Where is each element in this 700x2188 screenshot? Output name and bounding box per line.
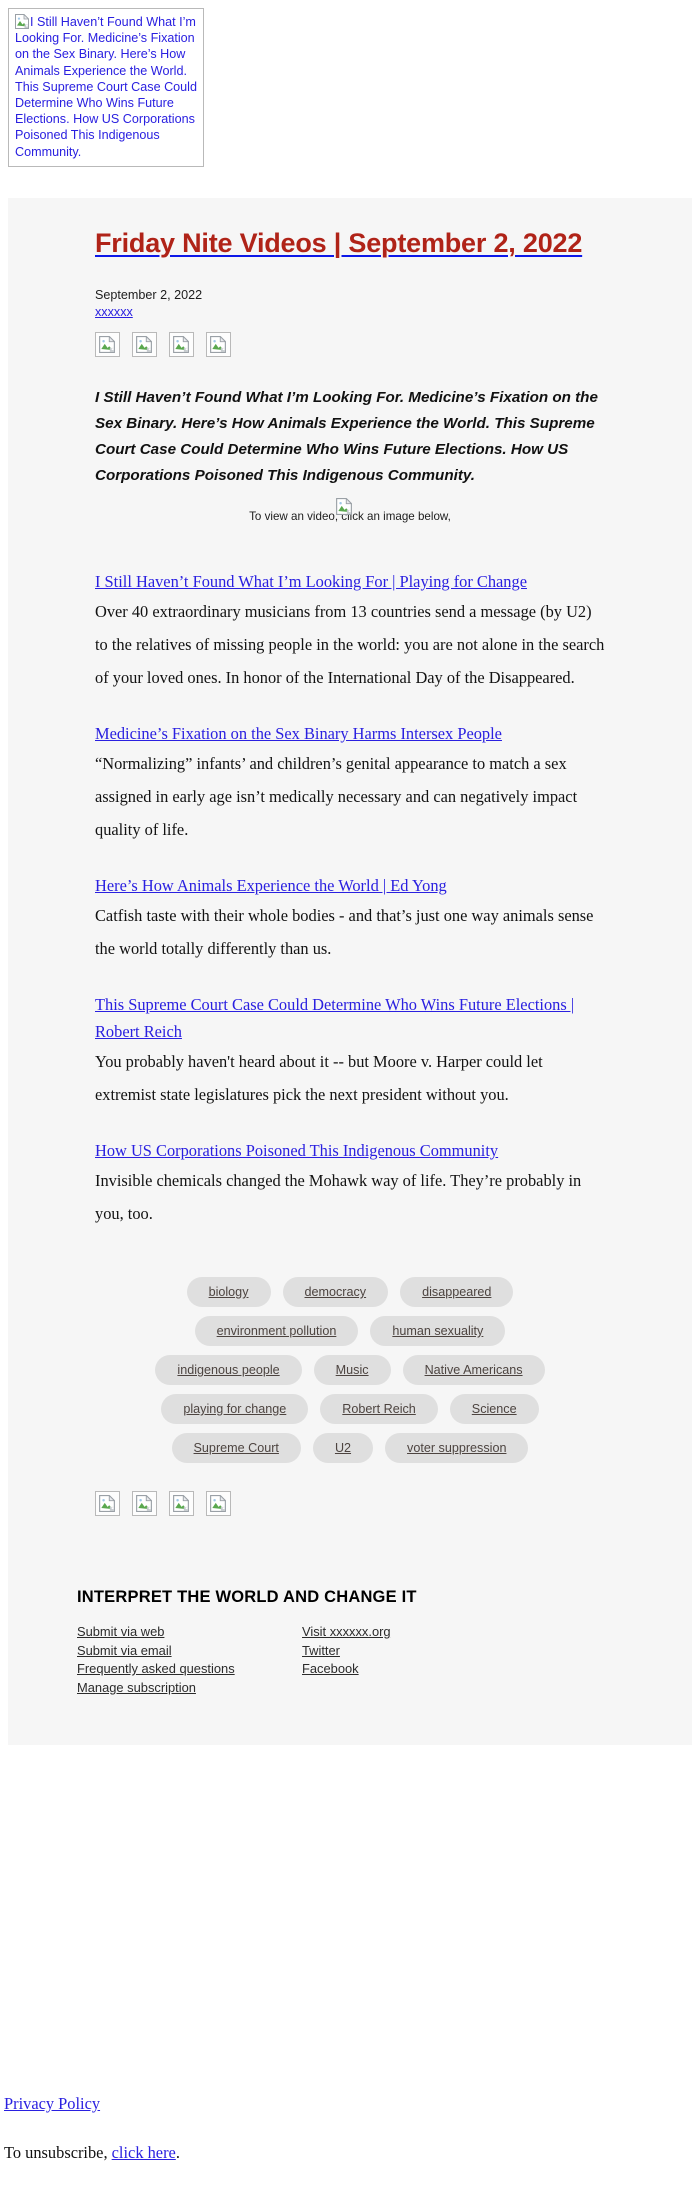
broken-image-icon [173, 1495, 189, 1512]
tag-u2[interactable]: U2 [312, 1433, 374, 1463]
tag-music[interactable]: Music [313, 1355, 391, 1385]
article-list: I Still Haven’t Found What I’m Looking F… [95, 568, 605, 1230]
footer-heading: INTERPRET THE WORLD AND CHANGE IT [77, 1588, 417, 1606]
page-title-link[interactable]: Friday Nite Videos | September 2, 2022 [95, 228, 582, 258]
article-link[interactable]: Medicine’s Fixation on the Sex Binary Ha… [95, 724, 502, 743]
lede-paragraph: I Still Haven’t Found What I’m Looking F… [95, 389, 598, 484]
share-icon-2[interactable] [132, 1491, 157, 1516]
footer: INTERPRET THE WORLD AND CHANGE IT Submit… [55, 1516, 645, 1697]
article-item: How US Corporations Poisoned This Indige… [95, 1137, 605, 1230]
article-link[interactable]: How US Corporations Poisoned This Indige… [95, 1141, 498, 1160]
page-title: Friday Nite Videos | September 2, 2022 [8, 198, 692, 260]
tag-disappeared[interactable]: disappeared [400, 1277, 514, 1307]
preheader-alt-text: I Still Haven’t Found What I’m Looking F… [15, 15, 197, 159]
share-icon-3[interactable] [169, 1491, 194, 1516]
tag-native-americans[interactable]: Native Americans [402, 1355, 545, 1385]
article-description: Over 40 extraordinary musicians from 13 … [95, 602, 605, 687]
tag-human-sexuality[interactable]: human sexuality [370, 1316, 506, 1346]
article-link[interactable]: Here’s How Animals Experience the World … [95, 876, 447, 895]
legal-block: Privacy Policy To unsubscribe, click her… [0, 2093, 700, 2164]
footer-link-faq[interactable]: Frequently asked questions [77, 1660, 302, 1679]
broken-image-icon [210, 336, 226, 353]
article-description: Catfish taste with their whole bodies - … [95, 906, 594, 958]
unsubscribe-link[interactable]: click here [112, 2143, 176, 2162]
tag-playing-for-change[interactable]: playing for change [161, 1394, 309, 1424]
top-thumbnail-row [95, 332, 605, 357]
tag-biology[interactable]: biology [186, 1277, 271, 1307]
thumbnail-1[interactable] [95, 332, 120, 357]
tag-democracy[interactable]: democracy [282, 1277, 389, 1307]
footer-column-right: Visit xxxxxx.org Twitter Facebook [302, 1623, 527, 1697]
preheader-alt-block: I Still Haven’t Found What I’m Looking F… [8, 8, 204, 167]
article-item: This Supreme Court Case Could Determine … [95, 991, 605, 1111]
footer-link-submit-via-web[interactable]: Submit via web [77, 1623, 302, 1642]
broken-image-icon [336, 498, 352, 515]
unsubscribe-prefix: To unsubscribe, [4, 2143, 112, 2162]
tag-indigenous-people[interactable]: indigenous people [155, 1355, 302, 1385]
card-bottom-spacer [8, 1697, 692, 1745]
article-description: Invisible chemicals changed the Mohawk w… [95, 1171, 582, 1223]
tag-robert-reich[interactable]: Robert Reich [320, 1394, 438, 1424]
article-link[interactable]: This Supreme Court Case Could Determine … [95, 995, 574, 1041]
issue-date: September 2, 2022 [95, 288, 203, 302]
source-link[interactable]: xxxxxx [95, 305, 133, 319]
broken-image-icon [136, 336, 152, 353]
unsubscribe-suffix: . [175, 2143, 180, 2162]
tag-list: biology democracy disappeared environmen… [125, 1277, 575, 1463]
broken-image-icon [136, 1495, 152, 1512]
broken-image-icon [173, 336, 189, 353]
broken-image-icon [99, 336, 115, 353]
footer-link-facebook[interactable]: Facebook [302, 1660, 527, 1679]
footer-link-visit-site[interactable]: Visit xxxxxx.org [302, 1623, 527, 1642]
article-item: Here’s How Animals Experience the World … [95, 872, 605, 965]
share-icon-1[interactable] [95, 1491, 120, 1516]
footer-columns: Submit via web Submit via email Frequent… [77, 1623, 645, 1697]
broken-image-icon [210, 1495, 226, 1512]
thumbnail-4[interactable] [206, 332, 231, 357]
footer-link-submit-via-email[interactable]: Submit via email [77, 1642, 302, 1661]
thumbnail-3[interactable] [169, 332, 194, 357]
unsubscribe-line: To unsubscribe, click here. [4, 2142, 700, 2164]
share-icon-4[interactable] [206, 1491, 231, 1516]
newsletter-card: Friday Nite Videos | September 2, 2022 S… [8, 198, 692, 1745]
tag-supreme-court[interactable]: Supreme Court [171, 1433, 301, 1463]
article-item: I Still Haven’t Found What I’m Looking F… [95, 568, 605, 694]
tag-voter-suppression[interactable]: voter suppression [385, 1433, 529, 1463]
view-note: To view an video, click an image below, [95, 498, 605, 524]
thumbnail-2[interactable] [132, 332, 157, 357]
article-item: Medicine’s Fixation on the Sex Binary Ha… [95, 720, 605, 846]
footer-column-left: Submit via web Submit via email Frequent… [77, 1623, 302, 1697]
privacy-policy-link[interactable]: Privacy Policy [4, 2094, 100, 2113]
tag-science[interactable]: Science [449, 1394, 539, 1424]
broken-image-icon [99, 1495, 115, 1512]
broken-image-icon [15, 14, 29, 29]
meta-block: September 2, 2022 xxxxxx [95, 287, 605, 320]
social-share-row [95, 1491, 605, 1516]
tag-environment-pollution[interactable]: environment pollution [194, 1316, 359, 1346]
article-description: “Normalizing” infants’ and children’s ge… [95, 754, 578, 839]
article-description: You probably haven't heard about it -- b… [95, 1052, 543, 1104]
footer-link-manage-subscription[interactable]: Manage subscription [77, 1679, 302, 1698]
article-link[interactable]: I Still Haven’t Found What I’m Looking F… [95, 572, 527, 591]
footer-link-twitter[interactable]: Twitter [302, 1642, 527, 1661]
